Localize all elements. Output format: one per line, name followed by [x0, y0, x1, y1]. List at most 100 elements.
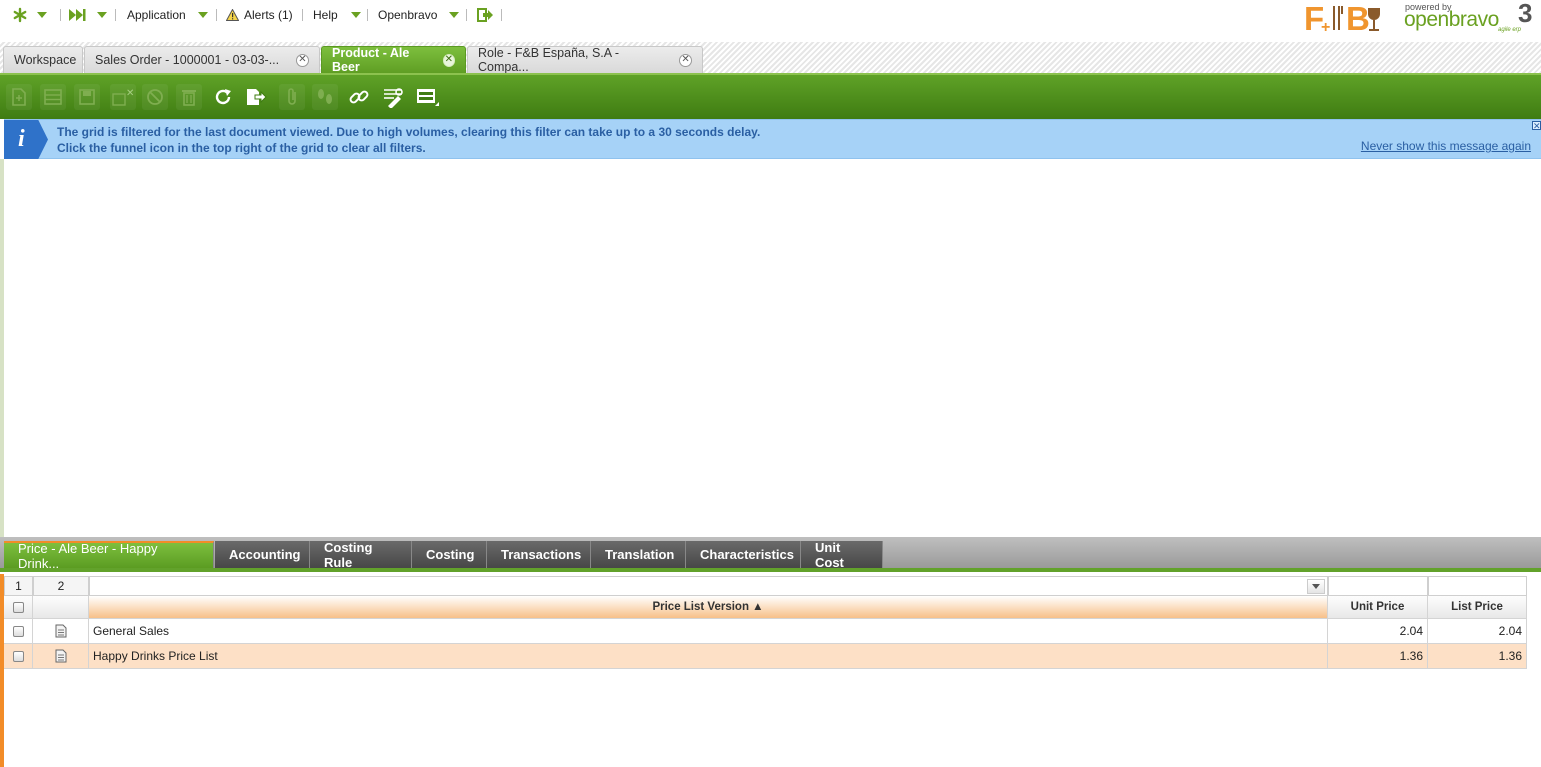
select-all-cell — [4, 596, 33, 619]
list-price-header[interactable]: List Price — [1428, 596, 1527, 619]
subtab-label: Costing — [426, 547, 475, 562]
child-tabs: Price - Ale Beer - Happy Drink... Accoun… — [0, 537, 1541, 572]
asterisk-icon — [13, 7, 27, 23]
tab-product[interactable]: Product - Ale Beer ✕ — [321, 46, 466, 74]
unit-price-cell[interactable]: 1.36 — [1328, 644, 1428, 669]
price-list-version-header[interactable]: Price List Version ▲ — [89, 596, 1328, 619]
tab-label: Sales Order - 1000001 - 03-03-... — [95, 53, 280, 67]
price-list-version-cell[interactable]: Happy Drinks Price List — [89, 644, 1328, 669]
cell-text: 1.36 — [1399, 649, 1423, 663]
document-icon[interactable] — [55, 624, 67, 638]
unit-price-cell[interactable]: 2.04 — [1328, 619, 1428, 644]
subtab-translation[interactable]: Translation — [591, 541, 686, 568]
save-close-button[interactable]: ✕ — [110, 84, 136, 110]
alerts-label: Alerts (1) — [244, 8, 293, 22]
row-edit-cell — [33, 644, 89, 669]
column-number-label: 2 — [57, 579, 65, 593]
info-message-text: The grid is filtered for the last docume… — [57, 124, 760, 156]
subtab-transactions[interactable]: Transactions — [487, 541, 591, 568]
brand-name: openbravo — [1404, 8, 1499, 31]
row-select-cell — [4, 644, 33, 669]
header-label: Price List Version ▲ — [652, 601, 764, 613]
subtab-unit-cost[interactable]: Unit Cost — [801, 539, 883, 570]
warning-icon — [226, 9, 239, 21]
toggle-view-button[interactable] — [414, 84, 440, 110]
unit-price-filter[interactable] — [1328, 576, 1428, 596]
logout-button[interactable] — [477, 6, 493, 24]
price-list-version-filter[interactable] — [89, 576, 1328, 596]
cell-text: General Sales — [93, 624, 170, 638]
tab-role[interactable]: Role - F&B España, S.A - Compa... ✕ — [467, 46, 703, 74]
document-icon[interactable] — [55, 649, 67, 663]
filter-dropdown-button[interactable] — [1307, 579, 1325, 594]
subtab-label: Price - Ale Beer - Happy Drink... — [18, 540, 158, 571]
subtab-characteristics[interactable]: Characteristics — [686, 541, 801, 568]
info-message-line-2: Click the funnel icon in the top right o… — [57, 141, 426, 155]
close-icon[interactable]: ✕ — [296, 53, 309, 67]
application-menu[interactable]: Application — [127, 6, 208, 24]
list-price-filter[interactable] — [1428, 576, 1527, 596]
fast-forward-icon — [69, 9, 86, 21]
subtab-costing-rule[interactable]: Costing Rule — [310, 539, 412, 570]
price-list-version-cell[interactable]: General Sales — [89, 619, 1328, 644]
trash-icon — [182, 90, 196, 106]
select-all-checkbox[interactable] — [12, 601, 24, 613]
subtab-costing[interactable]: Costing — [412, 541, 487, 568]
svg-text:+: + — [1321, 19, 1330, 36]
new-row-button[interactable] — [40, 84, 66, 110]
quick-launch-button[interactable] — [12, 6, 47, 24]
new-document-button[interactable] — [6, 84, 32, 110]
subtab-label: Accounting — [229, 547, 301, 562]
refresh-button[interactable] — [210, 84, 236, 110]
row-edit-cell — [33, 619, 89, 644]
save-button[interactable] — [74, 84, 100, 110]
undo-button[interactable] — [142, 84, 168, 110]
tools-button[interactable] — [380, 84, 406, 110]
help-menu[interactable]: Help — [313, 6, 361, 24]
header-label: Unit Price — [1350, 601, 1405, 613]
export-icon — [247, 89, 267, 105]
subtab-price[interactable]: Price - Ale Beer - Happy Drink... — [4, 540, 214, 571]
row-checkbox[interactable] — [12, 625, 24, 637]
cell-text: 1.36 — [1498, 649, 1522, 663]
save-icon — [79, 89, 95, 105]
close-icon[interactable]: ✕ — [442, 53, 455, 67]
link-icon — [349, 90, 369, 104]
delete-button[interactable] — [176, 84, 202, 110]
footprints-icon — [318, 89, 332, 104]
list-price-cell[interactable]: 1.36 — [1428, 644, 1527, 669]
alerts-link[interactable]: Alerts (1) — [226, 6, 293, 24]
row-select-cell — [4, 619, 33, 644]
chevron-down-icon — [449, 12, 460, 18]
tab-workspace[interactable]: Workspace — [3, 46, 83, 73]
row-checkbox[interactable] — [12, 650, 24, 662]
audit-trail-button[interactable] — [312, 84, 338, 110]
never-show-message-link[interactable]: Never show this message again — [1361, 139, 1531, 153]
close-icon[interactable]: ✕ — [679, 53, 692, 67]
openbravo-logo: powered by openbravo 3 agile erp — [1402, 0, 1536, 38]
brand-tagline: agile erp — [1498, 27, 1522, 33]
export-button[interactable] — [243, 84, 269, 110]
grid-new-icon — [44, 89, 62, 105]
info-icon: i — [4, 120, 48, 159]
tab-label: Role - F&B España, S.A - Compa... — [478, 46, 620, 74]
subtab-label: Unit Cost — [815, 539, 844, 570]
chevron-down-icon — [350, 12, 361, 18]
column-number-1: 1 — [4, 576, 33, 596]
tab-sales-order[interactable]: Sales Order - 1000001 - 03-03-... ✕ — [84, 46, 320, 73]
subtab-accounting[interactable]: Accounting — [215, 541, 310, 568]
chevron-down-icon — [37, 12, 47, 18]
unit-price-header[interactable]: Unit Price — [1328, 596, 1428, 619]
attachment-button[interactable] — [279, 84, 305, 110]
link-button[interactable] — [346, 84, 372, 110]
brand-version: 3 — [1518, 0, 1533, 28]
subtab-label: Costing Rule — [324, 539, 373, 570]
paperclip-icon — [288, 88, 296, 105]
list-price-cell[interactable]: 2.04 — [1428, 619, 1527, 644]
user-menu[interactable]: Openbravo — [378, 6, 460, 24]
info-message-bar: i The grid is filtered for the last docu… — [4, 119, 1541, 159]
subtab-label: Characteristics — [700, 547, 794, 562]
company-logo: F + B — [1304, 0, 1386, 38]
quick-run-button[interactable] — [69, 6, 107, 24]
close-icon[interactable]: ✕ — [1532, 121, 1541, 131]
